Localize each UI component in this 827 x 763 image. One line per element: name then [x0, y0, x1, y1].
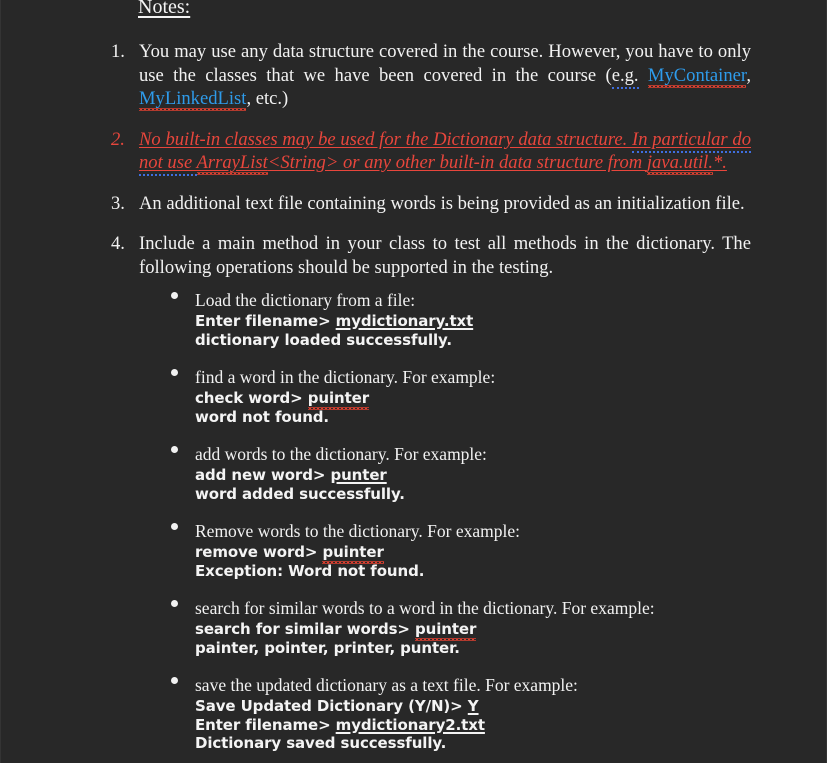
requirement-segment — [639, 65, 648, 86]
requirement-segment: Include a main method in your class to t… — [139, 233, 751, 278]
console-segment: mydictionary2.txt — [335, 715, 485, 734]
console-segment: Exception: Word not found. — [195, 561, 425, 580]
operation-item: Load the dictionary from a file: Enter fi… — [171, 290, 771, 349]
console-segment: mydictionary.txt — [335, 312, 474, 330]
console-segment: Y — [467, 697, 479, 715]
bullet-dot-icon — [171, 600, 178, 607]
operation-description: search for similar words to a word in th… — [195, 598, 655, 618]
console-transcript-line: Exception: Word not found. — [195, 562, 771, 581]
console-transcript-line: remove word> puinter — [195, 543, 771, 562]
console-transcript-line: Enter filename> mydictionary2.txt — [195, 716, 771, 735]
requirement-segment: java.util. — [646, 152, 713, 173]
requirement-marker: 3. — [111, 192, 125, 214]
console-transcript-line: dictionary loaded successfully. — [195, 331, 771, 350]
requirement-segment: MyContainer — [647, 64, 747, 86]
requirement-text: An additional text file containing words… — [139, 192, 751, 216]
console-segment: Enter filename> — [195, 312, 336, 330]
console-transcript-line: Enter filename> mydictionary.txt — [195, 312, 771, 331]
requirement-segment: *. — [712, 152, 727, 173]
console-segment: check word> — [195, 389, 308, 407]
bullet-dot-icon — [171, 292, 178, 299]
console-transcript-line: word not found. — [195, 408, 771, 427]
console-segment: search for similar words> — [195, 620, 416, 638]
bullet-dot-icon — [171, 677, 178, 684]
requirement-segment: e.g. — [611, 64, 639, 89]
console-segment: Enter filename> — [195, 715, 336, 734]
requirement-segment: No built-in classes may be used for the … — [139, 128, 633, 150]
requirement-marker: 1. — [111, 41, 125, 62]
requirement-text: No built-in classes may be used for the … — [139, 128, 751, 176]
console-segment: painter, pointer, printer, punter. — [195, 638, 460, 657]
console-transcript-line: Dictionary saved successfully. — [195, 734, 771, 753]
console-segment: word added successfully. — [195, 484, 405, 503]
requirement-segment: MyLinkedList — [139, 88, 247, 109]
operations-bullet-list: Load the dictionary from a file: Enter fi… — [171, 290, 771, 763]
console-transcript-line: painter, pointer, printer, punter. — [195, 639, 771, 658]
console-segment: remove word> — [195, 543, 323, 561]
bullet-dot-icon — [171, 446, 178, 453]
requirement-item: 3. An additional text file containing wor… — [111, 192, 751, 216]
operation-description: Remove words to the dictionary. For exam… — [195, 521, 520, 541]
console-transcript-line: check word> puinter — [195, 389, 771, 408]
operation-item: add words to the dictionary. For example… — [171, 444, 771, 503]
console-segment: word not found. — [195, 407, 330, 426]
operation-item: Remove words to the dictionary. For exam… — [171, 521, 771, 580]
console-segment: add new word> — [195, 466, 331, 484]
requirement-item: 2. No built-in classes may be used for th… — [111, 128, 751, 176]
page-title: Notes: — [138, 0, 191, 18]
bullet-dot-icon — [171, 523, 178, 530]
requirement-text: You may use any data structure covered i… — [139, 40, 751, 111]
requirement-marker: 2. — [111, 128, 125, 150]
requirement-segment: An additional text file containing words… — [139, 192, 745, 214]
operation-description: save the updated dictionary as a text fi… — [195, 675, 578, 695]
console-segment: Save Updated Dictionary (Y/N)> — [195, 697, 468, 715]
console-transcript-line: search for similar words> puinter — [195, 620, 771, 639]
console-segment: Dictionary saved successfully. — [195, 734, 447, 752]
requirement-segment: <String> or any other built-in data stru… — [267, 152, 647, 173]
numbered-requirements-list: 1. You may use any data structure covered… — [111, 40, 751, 296]
requirement-segment: , etc.) — [246, 88, 289, 109]
requirement-item: 4. Include a main method in your class to… — [111, 232, 751, 279]
console-segment: punter — [330, 466, 387, 484]
console-transcript-line: word added successfully. — [195, 485, 771, 504]
requirement-text: Include a main method in your class to t… — [139, 232, 751, 279]
operation-description: Load the dictionary from a file: — [195, 290, 416, 310]
document-page: Notes: 1. You may use any data structure … — [0, 0, 827, 763]
requirement-marker: 4. — [111, 233, 125, 254]
requirement-item: 1. You may use any data structure covered… — [111, 40, 751, 111]
operation-item: save the updated dictionary as a text fi… — [171, 675, 771, 753]
operation-item: search for similar words to a word in th… — [171, 598, 771, 657]
requirement-segment: ArrayList — [196, 152, 268, 173]
console-transcript-line: add new word> punter — [195, 466, 771, 485]
console-transcript-line: Save Updated Dictionary (Y/N)> Y — [195, 697, 771, 716]
requirement-segment: , — [746, 64, 751, 86]
console-segment: dictionary loaded successfully. — [195, 330, 452, 349]
operation-item: find a word in the dictionary. For examp… — [171, 367, 771, 426]
operation-description: find a word in the dictionary. For examp… — [195, 367, 496, 387]
operation-description: add words to the dictionary. For example… — [195, 444, 487, 464]
bullet-dot-icon — [171, 369, 178, 376]
